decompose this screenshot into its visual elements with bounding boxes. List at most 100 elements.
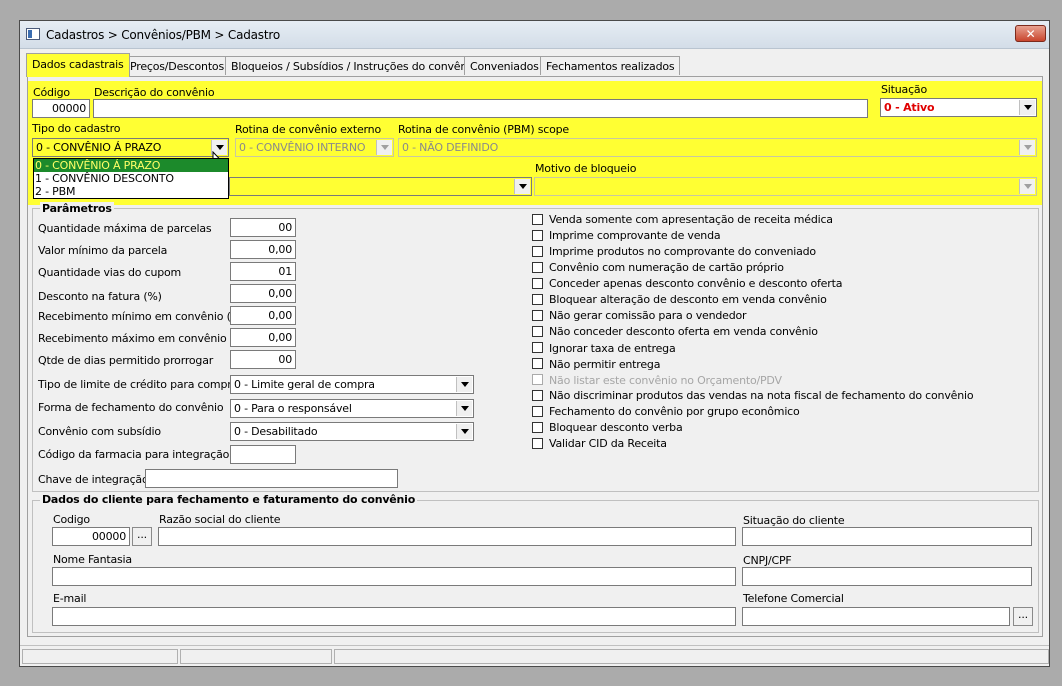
chevron-down-icon[interactable] xyxy=(456,424,472,439)
situacao-cliente-field[interactable] xyxy=(742,527,1032,546)
tipo-cadastro-value: 0 - CONVÊNIO Á PRAZO xyxy=(36,141,162,154)
chevron-down-icon[interactable] xyxy=(456,377,472,392)
nome-fantasia-field[interactable] xyxy=(52,567,736,586)
window-title: Cadastros > Convênios/PBM > Cadastro xyxy=(46,28,280,42)
close-button[interactable]: ✕ xyxy=(1015,25,1046,42)
subsidio-select[interactable]: 0 - Desabilitado xyxy=(230,422,474,441)
checkbox-disabled xyxy=(532,374,543,385)
checkbox-label: Fechamento do convênio por grupo econômi… xyxy=(549,405,800,418)
checkbox-label: Não discriminar produtos das vendas na n… xyxy=(549,389,974,402)
tipo-cadastro-select[interactable]: 0 - CONVÊNIO Á PRAZO xyxy=(32,138,229,157)
tab-bloqueios-subsidios[interactable]: Bloqueios / Subsídios / Instruções do co… xyxy=(225,56,483,75)
chevron-down-icon xyxy=(376,140,392,155)
checkbox[interactable] xyxy=(532,278,543,289)
email-label: E-mail xyxy=(53,592,87,605)
dropdown-option[interactable]: 2 - PBM xyxy=(34,185,228,198)
chevron-down-icon[interactable] xyxy=(514,179,530,194)
rotina-pbm-value: 0 - NÃO DEFINIDO xyxy=(402,141,499,154)
checkbox[interactable] xyxy=(532,214,543,225)
checkbox[interactable] xyxy=(532,342,543,353)
tab-fechamentos[interactable]: Fechamentos realizados xyxy=(540,56,681,75)
situacao-value: 0 - Ativo xyxy=(884,101,935,114)
param-field[interactable]: 0,00 xyxy=(230,306,296,325)
cnpj-field[interactable] xyxy=(742,567,1032,586)
nome-fantasia-label: Nome Fantasia xyxy=(53,553,132,566)
checkbox[interactable] xyxy=(532,438,543,449)
limite-credito-value: 0 - Limite geral de compra xyxy=(234,378,375,391)
tab-dados-cadastrais[interactable]: Dados cadastrais xyxy=(26,53,130,77)
checkbox-label: Não conceder desconto oferta em venda co… xyxy=(549,325,818,338)
param-label: Quantidade máxima de parcelas xyxy=(38,222,212,235)
status-bar xyxy=(20,645,1049,666)
param-label: Valor mínimo da parcela xyxy=(38,244,168,257)
forma-fechamento-select[interactable]: 0 - Para o responsável xyxy=(230,399,474,418)
situacao-select[interactable]: 0 - Ativo xyxy=(880,98,1037,117)
checkbox[interactable] xyxy=(532,422,543,433)
dropdown-option-selected[interactable]: 0 - CONVÊNIO Á PRAZO xyxy=(34,159,228,172)
subsidio-value: 0 - Desabilitado xyxy=(234,425,318,438)
email-field[interactable] xyxy=(52,607,736,626)
situacao-label: Situação xyxy=(881,83,927,96)
checkbox-label: Bloquear desconto verba xyxy=(549,421,683,434)
dropdown-option[interactable]: 1 - CONVÊNIO DESCONTO xyxy=(34,172,228,185)
param-field[interactable]: 00 xyxy=(230,350,296,369)
checkbox[interactable] xyxy=(532,246,543,257)
hidden-status-select[interactable] xyxy=(229,177,532,196)
rotina-externo-select: 0 - CONVÊNIO INTERNO xyxy=(235,138,394,157)
chevron-down-icon xyxy=(1019,179,1035,194)
checkbox[interactable] xyxy=(532,230,543,241)
cnpj-label: CNPJ/CPF xyxy=(743,554,792,567)
title-bar[interactable]: Cadastros > Convênios/PBM > Cadastro ✕ xyxy=(20,21,1049,49)
checkbox[interactable] xyxy=(532,262,543,273)
convenio-cadastro-window: Cadastros > Convênios/PBM > Cadastro ✕ D… xyxy=(19,20,1050,667)
rotina-pbm-select: 0 - NÃO DEFINIDO xyxy=(398,138,1037,157)
param-select-label: Forma de fechamento do convênio xyxy=(38,401,224,414)
param-label: Desconto na fatura (%) xyxy=(38,290,162,303)
telefone-field[interactable] xyxy=(742,607,1010,626)
checkbox[interactable] xyxy=(532,390,543,401)
param-field[interactable]: 00 xyxy=(230,218,296,237)
farmacia-label: Código da farmacia para integração xyxy=(38,448,230,461)
checkbox-label: Bloquear alteração de desconto em venda … xyxy=(549,293,827,306)
param-field[interactable]: 0,00 xyxy=(230,328,296,347)
param-field[interactable]: 0,00 xyxy=(230,284,296,303)
razao-social-field[interactable] xyxy=(158,527,736,546)
chave-field[interactable] xyxy=(145,469,398,488)
rotina-pbm-label: Rotina de convênio (PBM) scope xyxy=(398,123,569,136)
forma-fechamento-value: 0 - Para o responsável xyxy=(234,402,352,415)
chevron-down-icon[interactable] xyxy=(1019,100,1035,115)
checkbox[interactable] xyxy=(532,406,543,417)
param-field[interactable]: 0,00 xyxy=(230,240,296,259)
motivo-bloqueio-select xyxy=(534,177,1037,196)
param-label: Recebimento mínimo em convênio (%) xyxy=(38,310,246,323)
status-bar-cell xyxy=(22,649,178,664)
checkbox-label: Não permitir entrega xyxy=(549,358,661,371)
telefone-lookup-button[interactable]: ... xyxy=(1013,607,1033,626)
chave-label: Chave de integração xyxy=(38,473,149,486)
tab-precos-descontos[interactable]: Preços/Descontos xyxy=(124,56,230,75)
telefone-label: Telefone Comercial xyxy=(743,592,844,605)
chevron-down-icon[interactable] xyxy=(456,401,472,416)
checkbox[interactable] xyxy=(532,358,543,369)
cliente-codigo-label: Codigo xyxy=(53,513,90,526)
parametros-legend: Parâmetros xyxy=(40,202,114,215)
cliente-codigo-field[interactable]: 00000 xyxy=(52,527,130,546)
limite-credito-select[interactable]: 0 - Limite geral de compra xyxy=(230,375,474,394)
cliente-legend: Dados do cliente para fechamento e fatur… xyxy=(40,493,418,506)
cliente-lookup-button[interactable]: ... xyxy=(132,527,152,546)
checkbox-label: Imprime comprovante de venda xyxy=(549,229,721,242)
codigo-field[interactable]: 00000 xyxy=(32,99,90,118)
app-icon xyxy=(26,28,40,40)
tab-conveniados[interactable]: Conveniados xyxy=(464,56,545,75)
descricao-field[interactable] xyxy=(93,99,868,118)
rotina-externo-label: Rotina de convênio externo xyxy=(235,123,381,136)
checkbox-label-disabled: Não listar este convênio no Orçamento/PD… xyxy=(549,374,782,387)
tipo-cadastro-label: Tipo do cadastro xyxy=(32,122,121,135)
status-bar-cell xyxy=(334,649,1049,664)
checkbox[interactable] xyxy=(532,326,543,337)
farmacia-field[interactable] xyxy=(230,445,296,464)
param-field[interactable]: 01 xyxy=(230,262,296,281)
chevron-down-icon xyxy=(1019,140,1035,155)
checkbox[interactable] xyxy=(532,310,543,321)
checkbox[interactable] xyxy=(532,294,543,305)
